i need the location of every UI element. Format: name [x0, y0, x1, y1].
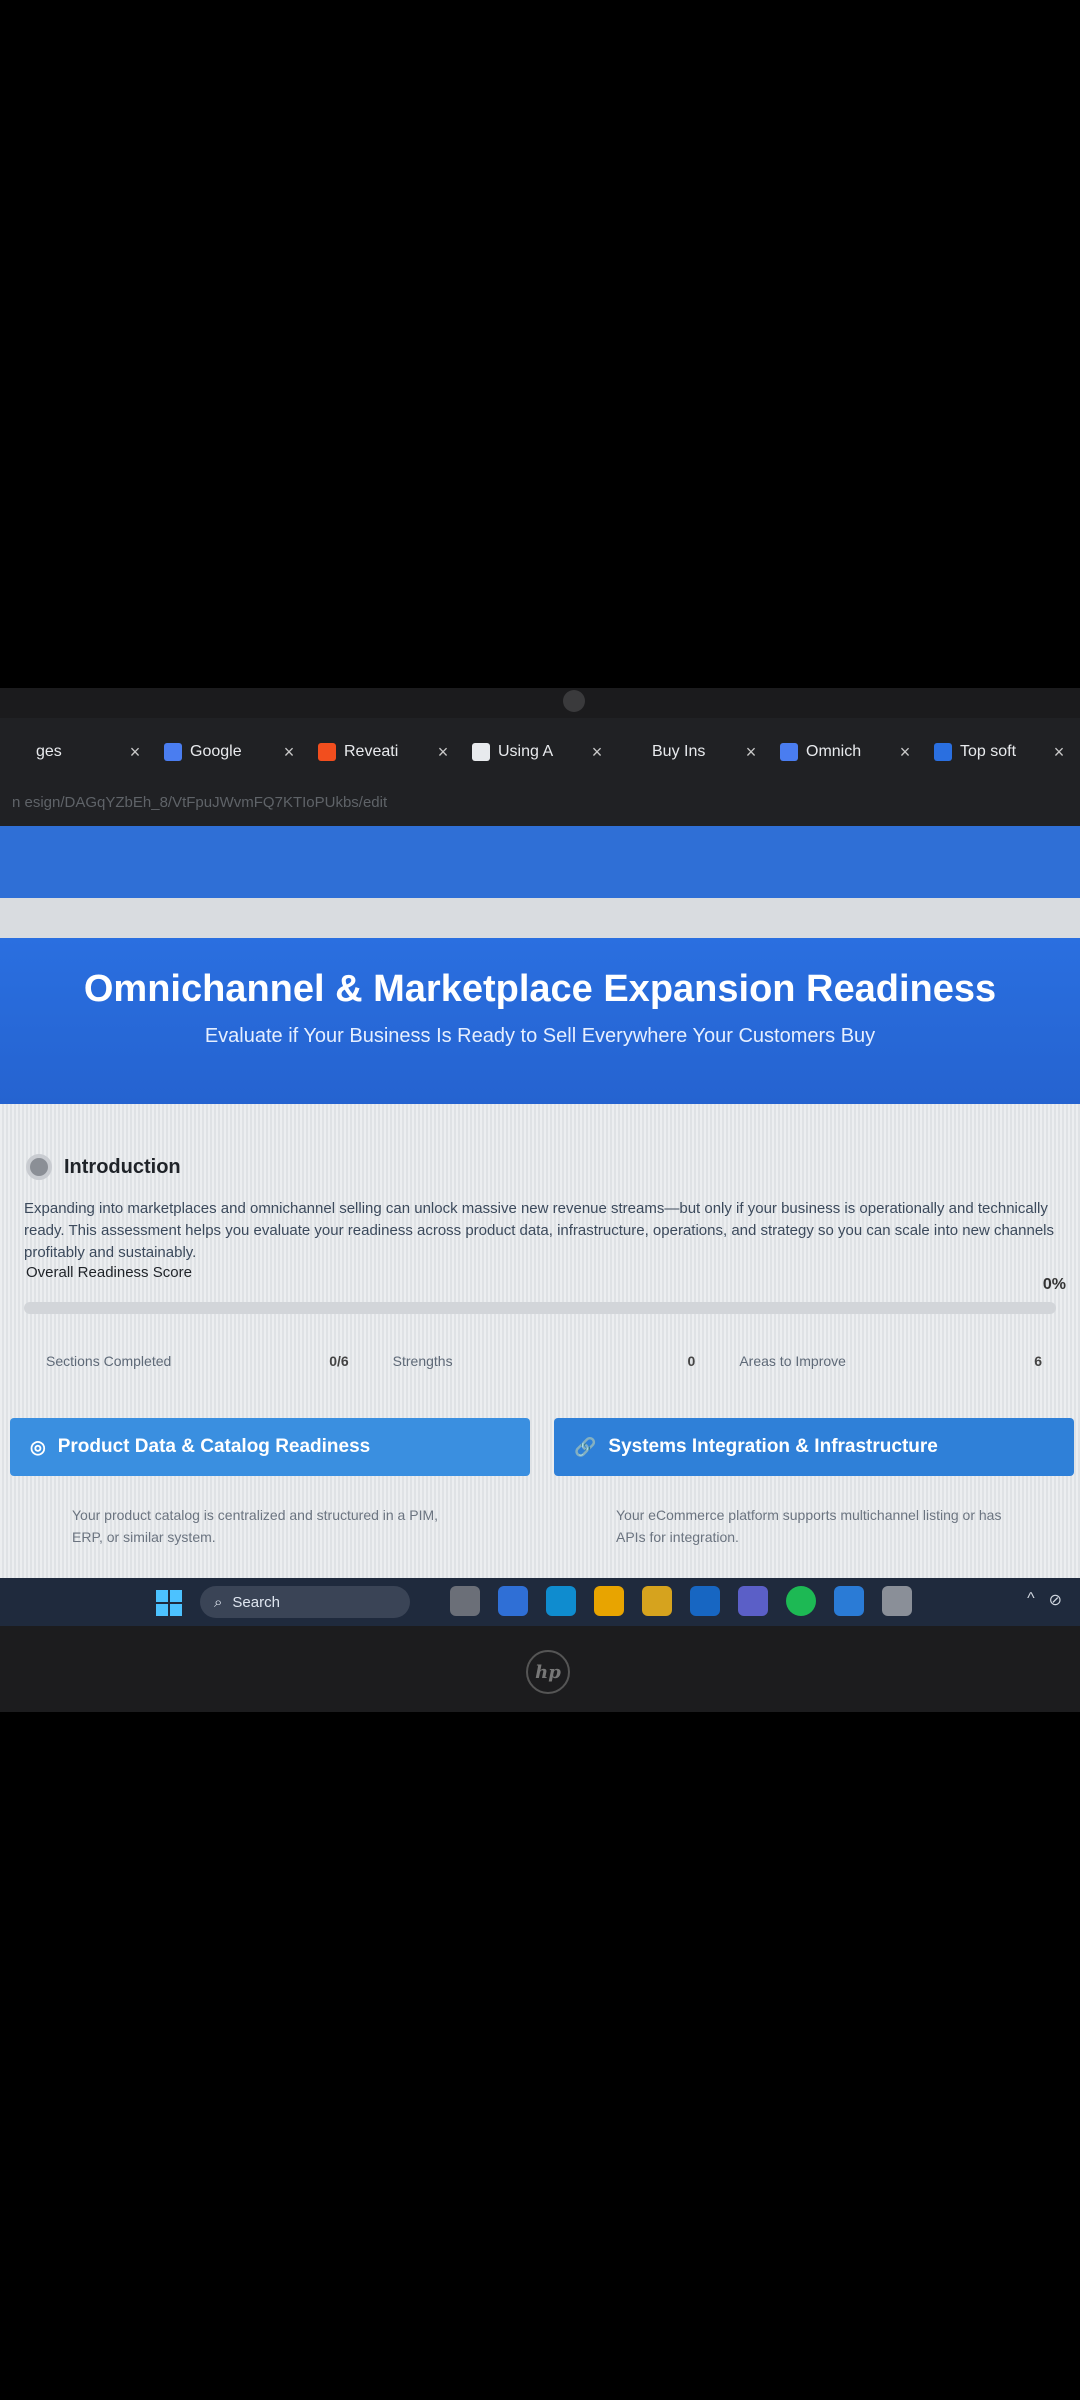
score-value: 0% [1042, 1276, 1066, 1293]
section-label: Product Data & Catalog Readiness [57, 1436, 371, 1457]
file-explorer-icon[interactable] [450, 1586, 480, 1616]
tab-title: Omnich [806, 743, 862, 760]
browser-tab[interactable]: ges × [0, 742, 154, 763]
browser-tab[interactable]: Using A × [462, 742, 616, 763]
taskbar-apps [450, 1586, 912, 1616]
windows-taskbar: ⌕ Search ^ ⊘ [0, 1578, 1080, 1626]
section-buttons: ◎ Product Data & Catalog Readiness 🔗 Sys… [10, 1418, 1074, 1476]
taskbar-search[interactable]: ⌕ Search [200, 1586, 410, 1618]
section-button-systems-integration[interactable]: 🔗 Systems Integration & Infrastructure [554, 1418, 1074, 1476]
openai-icon [472, 743, 490, 761]
browser-tab[interactable]: Buy Ins × [616, 742, 770, 763]
stat-label: Strengths [392, 1353, 453, 1369]
tab-title: Google [190, 743, 242, 760]
blank-icon [626, 743, 644, 761]
close-icon[interactable]: × [1050, 742, 1068, 763]
tab-title: Top soft [960, 743, 1017, 760]
stat-value: 0/6 [329, 1353, 349, 1369]
system-tray: ^ ⊘ [1027, 1590, 1062, 1610]
close-icon[interactable]: × [588, 742, 606, 763]
close-icon[interactable]: × [434, 742, 452, 763]
teams-icon[interactable] [738, 1586, 768, 1616]
intro-header: Introduction [26, 1154, 181, 1180]
stats-row: Sections Completed 0/6 Strengths 0 Areas… [24, 1326, 1064, 1396]
browser-tab[interactable]: Reveati × [308, 742, 462, 763]
blank-icon [10, 743, 28, 761]
laptop-bezel-top [0, 688, 1080, 718]
windows-start-icon[interactable] [156, 1590, 182, 1616]
tab-title: Buy Ins [652, 743, 706, 760]
close-icon[interactable]: × [280, 742, 298, 763]
tab-title: Reveati [344, 743, 399, 760]
section-button-product-data[interactable]: ◎ Product Data & Catalog Readiness [10, 1418, 530, 1476]
stat-label: Areas to Improve [739, 1353, 846, 1369]
browser-tab[interactable]: Top soft × [924, 742, 1078, 763]
docs-icon [780, 743, 798, 761]
hp-logo: hp [526, 1650, 570, 1694]
tab-title: ges [36, 743, 62, 760]
browser-tab[interactable]: Google × [154, 742, 308, 763]
intro-title: Introduction [64, 1155, 181, 1178]
page-viewport: Omnichannel & Marketplace Expansion Read… [0, 826, 1080, 1578]
top-strip [0, 826, 1080, 898]
page-subtitle: Evaluate if Your Business Is Ready to Se… [204, 1025, 876, 1047]
app-icon[interactable] [882, 1586, 912, 1616]
hero-banner: Omnichannel & Marketplace Expansion Read… [0, 938, 1080, 1104]
stat-strengths: Strengths 0 [371, 1326, 718, 1396]
search-icon: ⌕ [214, 1593, 223, 1611]
gemini-icon [164, 743, 182, 761]
edge-icon[interactable] [546, 1586, 576, 1616]
question-item[interactable]: Your product catalog is centralized and … [10, 1504, 530, 1548]
intro-text: Expanding into marketplaces and omnichan… [24, 1200, 1055, 1261]
stat-sections-completed: Sections Completed 0/6 [24, 1326, 371, 1396]
target-icon: ◎ [30, 1436, 46, 1457]
webcam [563, 690, 585, 712]
stat-label: Sections Completed [46, 1353, 172, 1369]
page-title: Omnichannel & Marketplace Expansion Read… [83, 968, 997, 1010]
question-items: Your product catalog is centralized and … [10, 1504, 1074, 1548]
folder-icon[interactable] [642, 1586, 672, 1616]
browser-tab[interactable]: Omnich × [770, 742, 924, 763]
browser-tab-bar: ges × Google × Reveati × Using A × Buy Ins × Omnic… [0, 718, 1080, 786]
spotify-icon[interactable] [786, 1586, 816, 1616]
question-item[interactable]: Your eCommerce platform supports multich… [554, 1504, 1074, 1548]
readiness-progress-bar [24, 1302, 1056, 1314]
target-icon [26, 1154, 52, 1180]
close-icon[interactable]: × [126, 742, 144, 763]
close-icon[interactable]: × [742, 742, 760, 763]
stat-areas-to-improve: Areas to Improve 6 [717, 1326, 1064, 1396]
top-strip-grey [0, 898, 1080, 938]
assessment-content: Introduction Expanding into marketplaces… [0, 1104, 1080, 1578]
address-bar[interactable]: n esign/DAGqYZbEh_8/VtFpuJWvmFQ7KTIoPUkb… [0, 786, 1080, 826]
link-icon: 🔗 [574, 1436, 597, 1457]
r-icon [934, 743, 952, 761]
copilot-icon[interactable] [498, 1586, 528, 1616]
figma-icon [318, 743, 336, 761]
stat-value: 6 [1034, 1353, 1043, 1369]
score-label: Overall Readiness Score [26, 1264, 192, 1281]
chevron-up-icon[interactable]: ^ [1027, 1590, 1035, 1610]
search-label: Search [232, 1593, 280, 1611]
tab-title: Using A [498, 743, 554, 760]
stat-value: 0 [687, 1353, 696, 1369]
notification-icon[interactable]: ⊘ [1049, 1590, 1062, 1610]
close-icon[interactable]: × [896, 742, 914, 763]
outlook-icon[interactable] [690, 1586, 720, 1616]
section-label: Systems Integration & Infrastructure [608, 1436, 938, 1457]
chrome-icon[interactable] [594, 1586, 624, 1616]
vscode-icon[interactable] [834, 1586, 864, 1616]
